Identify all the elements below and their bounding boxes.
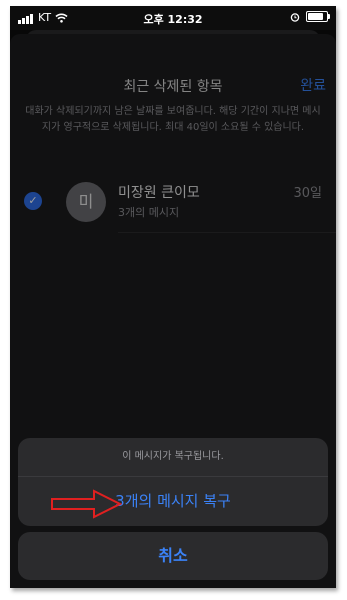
phone-screen: KT 오후 12:32 최근 삭제된 항목 완료 대화가 삭제되기까지 남은 날… — [10, 6, 336, 588]
arrow-annotation-icon — [51, 489, 123, 519]
alarm-icon — [290, 12, 300, 22]
status-right — [290, 11, 330, 22]
status-bar: KT 오후 12:32 — [10, 6, 336, 30]
cancel-button[interactable]: 취소 — [18, 532, 328, 580]
battery-icon — [306, 11, 330, 22]
action-sheet-message: 이 메시지가 복구됩니다. — [18, 438, 328, 477]
status-time: 오후 12:32 — [143, 13, 203, 26]
